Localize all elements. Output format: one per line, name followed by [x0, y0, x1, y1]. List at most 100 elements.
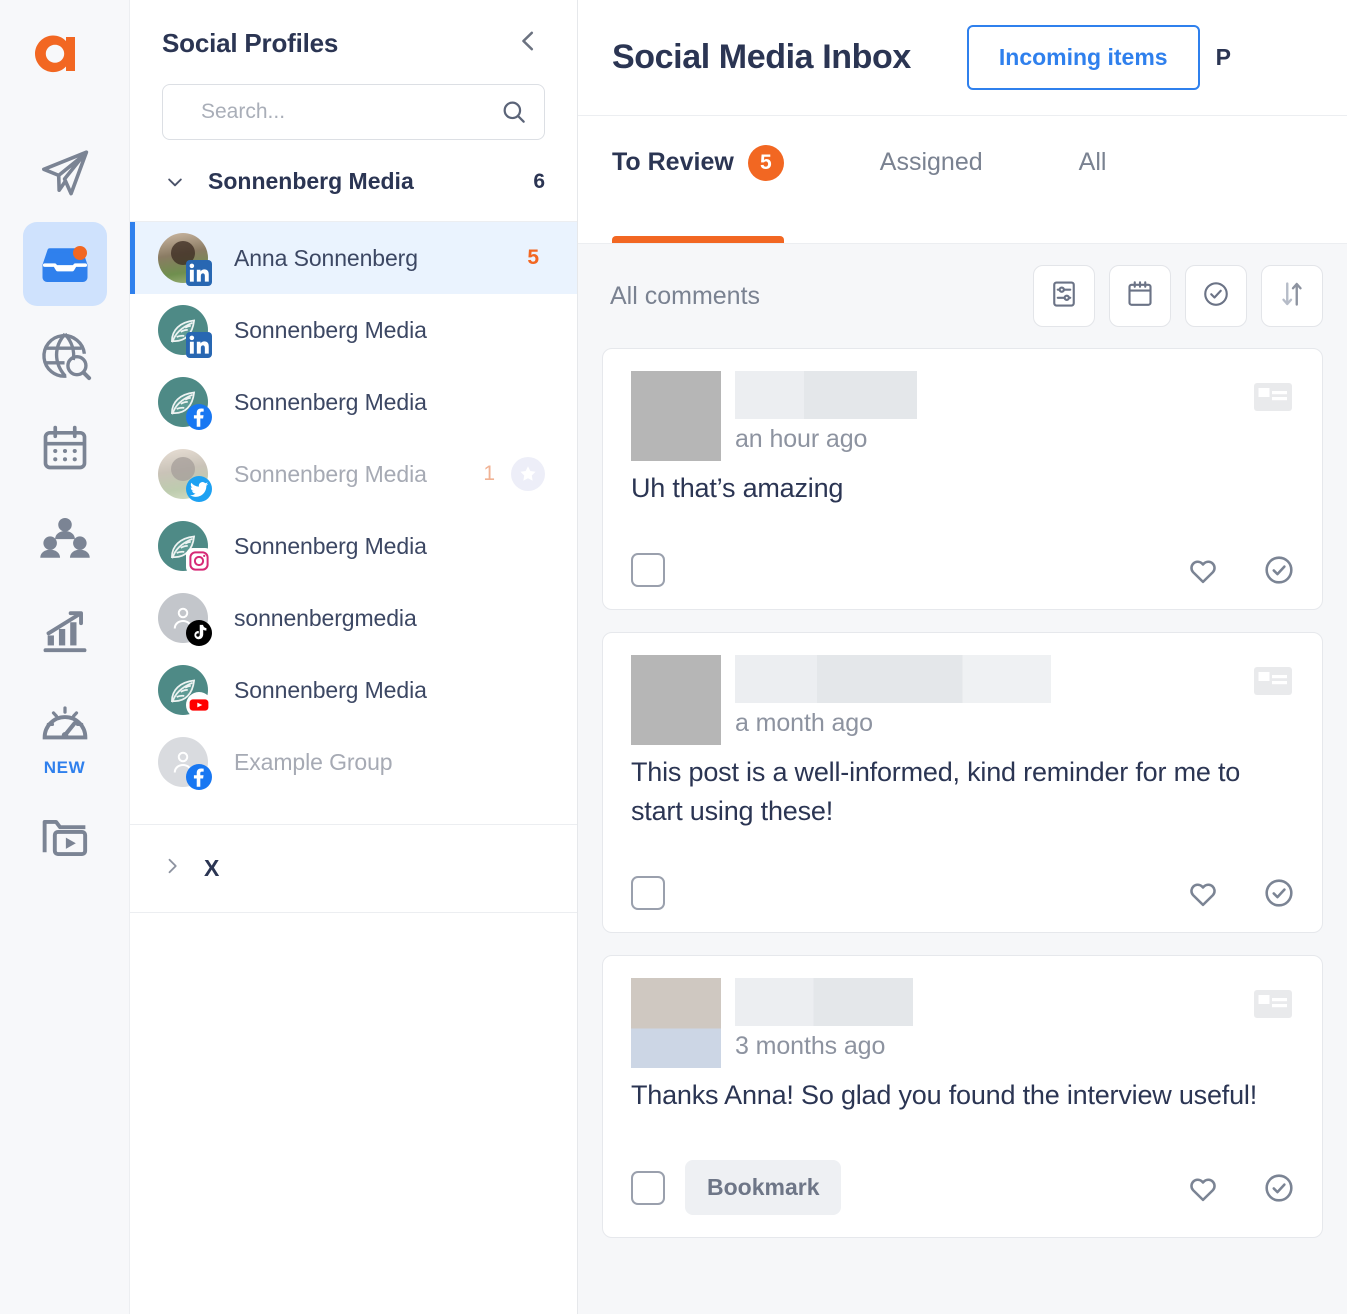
profile-row-sonnenberg-media-facebook[interactable]: Sonnenberg Media [130, 366, 577, 438]
inbox-icon [38, 237, 92, 291]
inbox-unread-dot [72, 246, 87, 260]
sidebar-item-reports[interactable] [23, 590, 107, 674]
comment-author: a month ago [631, 655, 1296, 746]
search-input[interactable] [201, 100, 500, 124]
main-header: Social Media Inbox Incoming items P [578, 0, 1347, 116]
profile-group-x[interactable]: X [130, 825, 577, 913]
comment-actions [631, 875, 1296, 910]
linkedin-badge-icon [186, 260, 212, 286]
mark-reviewed-button[interactable] [1185, 265, 1247, 327]
select-comment-checkbox[interactable] [631, 1170, 665, 1205]
redacted-author-name [735, 655, 1051, 704]
sidebar-item-monitoring[interactable] [23, 682, 107, 766]
profile-row-anna-sonnenberg-linkedin[interactable]: Anna Sonnenberg 5 [130, 222, 577, 294]
users-icon [38, 513, 92, 567]
profiles-search-wrap [130, 60, 577, 140]
sidebar-item-calendar[interactable] [23, 406, 107, 490]
sort-arrows-icon [1277, 279, 1307, 314]
social-profiles-panel: Social Profiles Search... Sonnenberg Med… [130, 0, 578, 1314]
tiktok-badge-icon [186, 620, 212, 646]
twitter-badge-icon [186, 476, 212, 502]
sidebar-item-inbox[interactable] [22, 222, 107, 306]
like-heart-icon[interactable] [1186, 553, 1220, 587]
author-meta: a month ago [735, 655, 1296, 738]
facebook-badge-icon [186, 404, 212, 430]
facebook-badge-icon [186, 764, 212, 790]
sidebar-item-media-library[interactable] [23, 796, 107, 880]
avatar [158, 305, 212, 358]
profile-row-sonnenberg-media-linkedin[interactable]: Sonnenberg Media [130, 294, 577, 366]
redacted-author-name [735, 977, 913, 1026]
like-heart-icon[interactable] [1186, 1171, 1220, 1205]
avatar [158, 233, 212, 286]
comment-text: Thanks Anna! So glad you found the inter… [631, 1079, 1258, 1110]
profile-unread-count: 5 [527, 246, 539, 269]
tab-label: To Review [612, 148, 734, 176]
profile-unread-count: 1 [483, 462, 495, 485]
date-filter-button[interactable] [1109, 265, 1171, 327]
profile-name: Sonnenberg Media [234, 388, 427, 415]
comment-card[interactable]: 3 months ago Thanks Anna! So glad you fo… [602, 954, 1323, 1239]
comment-author: 3 months ago [631, 977, 1296, 1068]
author-meta: 3 months ago [735, 977, 1296, 1061]
agorapulse-logo-a-icon[interactable] [33, 22, 97, 86]
bookmark-label[interactable]: Bookmark [685, 1160, 842, 1216]
profile-name: Sonnenberg Media [234, 316, 427, 343]
profile-name: Sonnenberg Media [234, 676, 427, 703]
comment-card[interactable]: an hour ago Uh that’s amazing [602, 348, 1323, 611]
sidebar-item-listening[interactable] [23, 314, 107, 398]
author-meta: an hour ago [735, 371, 1296, 454]
tab-assigned[interactable]: Assigned [880, 116, 983, 243]
avatar [158, 593, 212, 646]
redacted-badge-icon [1254, 667, 1292, 696]
comment-timestamp: an hour ago [735, 425, 868, 453]
next-header-button-clipped[interactable]: P [1216, 44, 1231, 71]
linkedin-badge-icon [186, 332, 212, 358]
sidebar-item-team[interactable] [23, 498, 107, 582]
tab-to-review[interactable]: To Review 5 [612, 116, 784, 243]
redacted-author-name [735, 371, 917, 419]
check-circle-icon [1201, 279, 1231, 314]
bar-chart-up-icon [39, 606, 91, 658]
primary-nav-rail: NEW [0, 0, 130, 1314]
sidebar-item-publishing[interactable] [23, 130, 107, 214]
comment-card[interactable]: a month ago This post is a well-informed… [602, 632, 1323, 933]
comment-text: Uh that’s amazing [631, 473, 844, 503]
header-actions: Incoming items P [966, 25, 1231, 90]
profile-row-sonnenberg-media-youtube[interactable]: Sonnenberg Media [130, 654, 577, 726]
avatar [158, 521, 212, 574]
app-root: NEW Social Profiles Search... Sonnenberg… [0, 0, 1347, 1314]
select-comment-checkbox[interactable] [631, 553, 665, 588]
group-label: X [204, 855, 220, 881]
search-box[interactable] [162, 84, 545, 140]
select-comment-checkbox[interactable] [631, 875, 665, 910]
review-check-icon[interactable] [1262, 553, 1296, 587]
comment-actions [631, 553, 1296, 588]
profile-row-sonnenberg-media-instagram[interactable]: Sonnenberg Media [130, 510, 577, 582]
search-icon [500, 98, 528, 126]
star-badge-icon[interactable] [511, 457, 545, 491]
chevron-right-icon[interactable] [162, 855, 182, 882]
profile-row-sonnenbergmedia-tiktok[interactable]: sonnenbergmedia [130, 582, 577, 654]
review-check-icon[interactable] [1262, 876, 1296, 910]
tab-all[interactable]: All [1079, 116, 1107, 243]
review-check-icon[interactable] [1262, 1171, 1296, 1205]
redacted-avatar [631, 655, 721, 746]
profile-row-sonnenberg-media-twitter[interactable]: Sonnenberg Media 1 [130, 438, 577, 510]
profile-row-example-group-facebook[interactable]: Example Group [130, 726, 577, 798]
collapse-panel-button[interactable] [511, 26, 545, 60]
avatar [158, 377, 212, 430]
profile-group-sonnenberg-media[interactable]: Sonnenberg Media 6 [130, 140, 577, 222]
instagram-badge-icon [186, 548, 212, 574]
page-title: Social Media Inbox [612, 38, 911, 76]
filter-button[interactable] [1033, 265, 1095, 327]
comment-text: This post is a well-informed, kind remin… [631, 757, 1241, 826]
like-heart-icon[interactable] [1186, 876, 1220, 910]
gauge-icon [39, 698, 91, 750]
incoming-items-button[interactable]: Incoming items [966, 25, 1200, 90]
sort-button[interactable] [1261, 265, 1323, 327]
inbox-main-panel: Social Media Inbox Incoming items P To R… [578, 0, 1347, 1314]
group-count: 6 [533, 169, 545, 193]
chevron-down-icon[interactable] [162, 172, 196, 192]
tab-label: Assigned [879, 148, 983, 176]
